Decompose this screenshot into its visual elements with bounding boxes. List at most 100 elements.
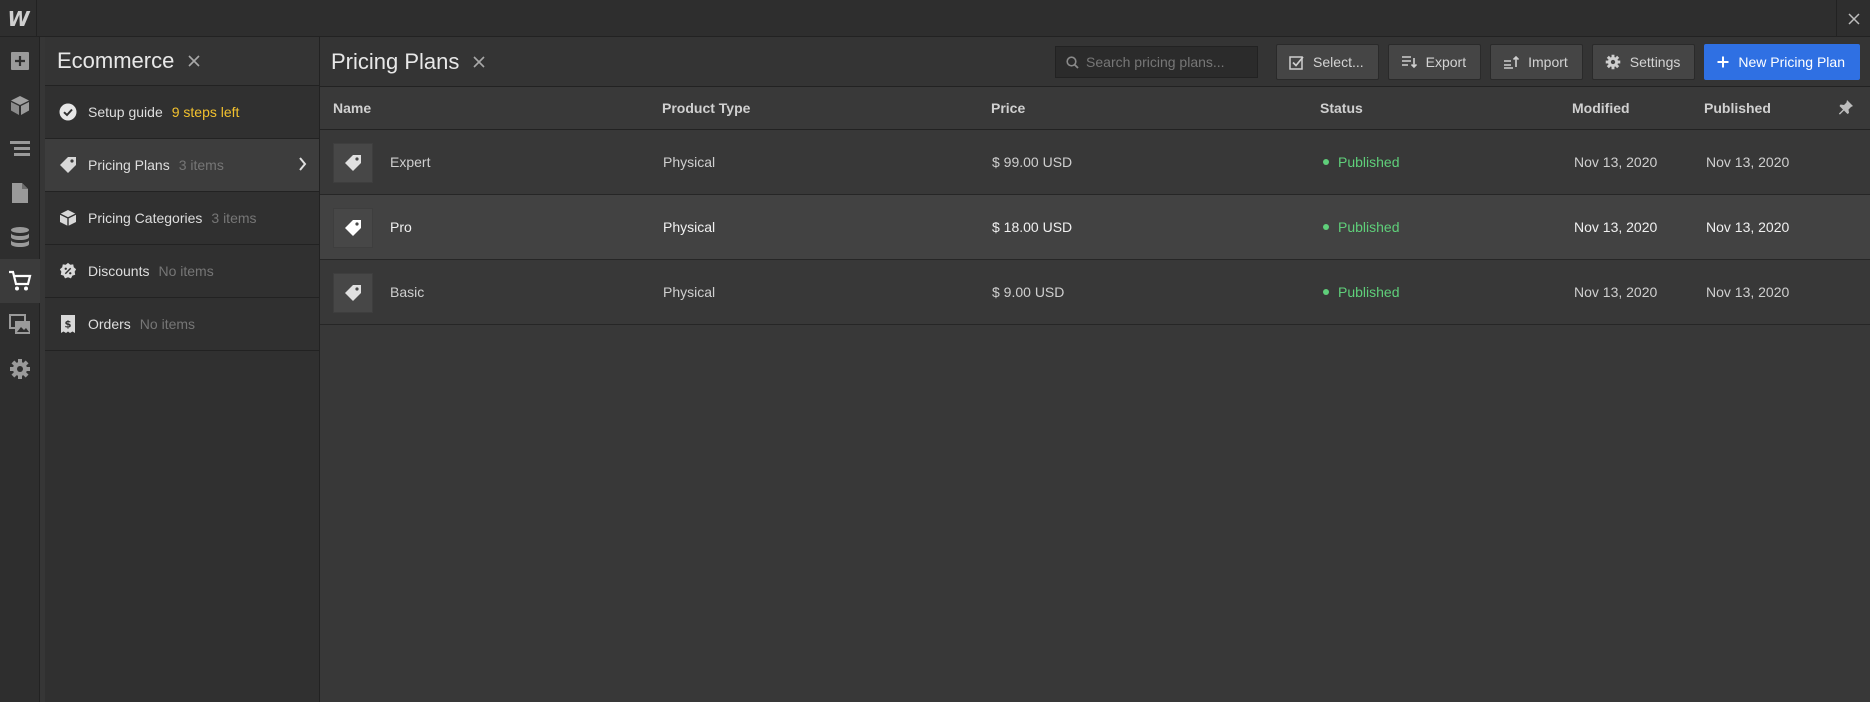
item-count: 3 items [178,157,224,173]
category-box-icon [59,209,77,227]
cell-modified: Nov 13, 2020 [1574,219,1658,235]
column-header-modified[interactable]: Modified [1572,100,1630,116]
pin-icon[interactable] [1838,99,1854,119]
item-thumbnail [333,273,373,313]
cms-button[interactable] [0,215,40,259]
status-badge: Published [1323,219,1400,235]
nav-item-label: Pricing Plans [88,157,170,173]
close-panel-button[interactable] [188,55,200,67]
close-icon [1847,12,1860,25]
nav-item-discounts[interactable]: Discounts No items [45,245,319,298]
cell-modified: Nov 13, 2020 [1574,154,1658,170]
tag-icon [345,285,361,301]
status-badge: Published [1323,154,1400,170]
chevron-right-icon [298,157,307,174]
gear-icon [1605,54,1621,70]
tag-icon [345,155,361,171]
nav-item-label: Discounts [88,263,150,279]
column-header-price[interactable]: Price [991,100,1025,116]
nav-item-pricing-plans[interactable]: Pricing Plans 3 items [45,139,319,192]
pages-icon [12,183,28,203]
column-header-product-type[interactable]: Product Type [662,100,750,116]
export-button-label: Export [1425,54,1467,70]
item-count: No items [158,263,214,279]
search-icon [1066,55,1079,69]
navigator-icon [10,141,30,156]
column-header-published[interactable]: Published [1704,100,1771,116]
column-header-name[interactable]: Name [333,100,371,116]
toolbar: Select... Export Import [1055,44,1860,80]
close-icon [473,55,485,68]
plus-icon [1717,56,1729,68]
cms-icon [11,227,29,247]
close-icon [188,55,200,67]
panel-title: Ecommerce [57,48,175,73]
item-count: No items [139,316,196,332]
cell-published: Nov 13, 2020 [1706,219,1790,235]
table-row[interactable]: Basic Physical $ 9.00 USD Published Nov … [320,260,1870,325]
cell-published: Nov 13, 2020 [1706,284,1790,300]
page-title: Pricing Plans [331,48,460,74]
cell-product-type: Physical [663,154,716,170]
cell-name: Basic [390,284,425,300]
steps-left-count: 9 steps left [171,104,240,120]
assets-button[interactable] [0,303,40,347]
cell-modified: Nov 13, 2020 [1574,284,1658,300]
search-box[interactable] [1055,46,1259,78]
checkbox-icon [1289,55,1304,70]
new-pricing-plan-label: New Pricing Plan [1738,54,1845,70]
table-row[interactable]: Pro Physical $ 18.00 USD Published Nov 1… [320,195,1870,260]
import-button[interactable]: Import [1490,44,1583,80]
select-button-label: Select... [1313,54,1364,70]
cell-name: Expert [390,154,431,170]
status-badge: Published [1323,284,1400,300]
add-panel-icon [11,52,29,70]
close-collection-button[interactable] [473,55,485,68]
components-icon [11,96,29,115]
table-row[interactable]: Expert Physical $ 99.00 USD Published No… [320,130,1870,195]
item-count: 3 items [211,210,257,226]
cell-price: $ 18.00 USD [992,219,1073,235]
status-label: Published [1338,219,1400,235]
status-label: Published [1338,154,1400,170]
ecommerce-panel: Ecommerce Setup guide 9 steps left Prici… [45,37,320,702]
nav-item-label: Orders [88,316,131,332]
ecommerce-button[interactable] [0,259,40,303]
cell-product-type: Physical [663,284,716,300]
item-thumbnail [333,143,373,183]
export-icon [1401,55,1417,69]
discount-badge-icon [59,262,77,280]
import-button-label: Import [1528,54,1568,70]
nav-item-orders[interactable]: $ Orders No items [45,298,319,351]
export-button[interactable]: Export [1387,44,1482,80]
add-panel-button[interactable] [0,39,40,83]
ecommerce-icon [9,270,32,291]
select-button[interactable]: Select... [1276,44,1379,80]
components-button[interactable] [0,83,40,127]
webflow-logo[interactable]: W [0,0,37,37]
new-pricing-plan-button[interactable]: New Pricing Plan [1704,44,1860,80]
collection-settings-button[interactable]: Settings [1591,44,1696,80]
svg-text:$: $ [65,320,72,331]
settings-icon [10,359,30,379]
nav-item-label: Setup guide [88,104,163,120]
cell-product-type: Physical [663,219,716,235]
top-bar: W [0,0,1870,37]
status-label: Published [1338,284,1400,300]
main-header: Pricing Plans Select... [320,37,1870,87]
site-settings-button[interactable] [0,347,40,391]
panel-header: Ecommerce [45,37,319,86]
assets-icon [9,314,30,334]
nav-item-pricing-categories[interactable]: Pricing Categories 3 items [45,192,319,245]
settings-button-label: Settings [1629,54,1681,70]
column-header-status[interactable]: Status [1320,100,1363,116]
nav-item-setup-guide[interactable]: Setup guide 9 steps left [45,86,319,139]
cell-price: $ 9.00 USD [992,284,1065,300]
check-circle-icon [59,103,77,121]
search-input[interactable] [1086,54,1257,70]
close-editor-button[interactable] [1836,0,1870,37]
webflow-editor: W Ecommerce Setup guide 9 steps left Pri… [0,0,1870,702]
status-dot [1323,289,1329,295]
navigator-button[interactable] [0,127,40,171]
pages-button[interactable] [0,171,40,215]
